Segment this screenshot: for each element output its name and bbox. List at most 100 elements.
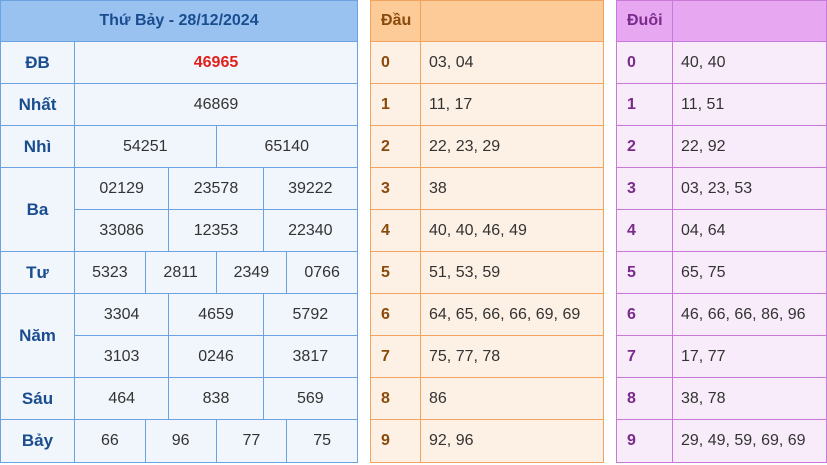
prize-number: 22340: [263, 210, 357, 252]
prize-number: 3304: [75, 294, 170, 336]
prize-number: 4659: [169, 294, 264, 336]
prize-value-row: 46965: [75, 42, 357, 84]
prize-number: 3817: [263, 336, 357, 378]
dau-table: Đầu 0 03, 04 1 11, 17 2 22, 23, 29 3 38 4 40, 40,…: [370, 0, 604, 463]
prize-row: Nhì 54251 65140: [1, 126, 357, 168]
dau-digit: 3: [371, 168, 421, 209]
duoi-numbers: 22, 92: [681, 137, 726, 155]
duoi-numbers: 29, 49, 59, 69, 69: [681, 432, 806, 449]
duoi-row: 2 22, 92: [617, 126, 826, 168]
prize-number: 54251: [75, 126, 217, 168]
prize-label: Nhất: [1, 84, 75, 126]
prize-number: 75: [313, 432, 332, 449]
dau-digit: 0: [371, 42, 421, 83]
duoi-row: 0 40, 40: [617, 42, 826, 84]
prize-number: 23578: [169, 168, 264, 210]
duoi-row: 4 04, 64: [617, 210, 826, 252]
prize-number: 464: [75, 378, 170, 420]
duoi-row: 8 38, 78: [617, 378, 826, 420]
prize-label: Tư: [1, 252, 75, 294]
prize-number: 46869: [75, 84, 357, 126]
dau-header-label: Đầu: [371, 1, 421, 41]
dau-digit: 8: [371, 378, 421, 419]
prize-number: 33086: [75, 210, 170, 252]
prize-label: ĐB: [1, 42, 75, 84]
prize-number: 5323: [75, 252, 146, 294]
duoi-digit: 2: [617, 126, 673, 167]
duoi-numbers: 38, 78: [681, 389, 726, 407]
dau-digit: 1: [371, 84, 421, 125]
duoi-rows: 0 40, 40 1 11, 51 2 22, 92 3 03, 23, 53 4 04, 64 5…: [617, 42, 826, 462]
prize-row: Nhất 46869: [1, 84, 357, 126]
prize-number: 3103: [75, 336, 170, 378]
duoi-row: 7 17, 77: [617, 336, 826, 378]
prize-values: 02129 23578 39222 33086 12353 22340: [75, 168, 357, 252]
dau-numbers: 75, 77, 78: [429, 347, 501, 365]
duoi-header: Đuôi: [617, 1, 826, 42]
dau-numbers: 38: [429, 179, 447, 197]
duoi-digit: 4: [617, 210, 673, 251]
results-title: Thứ Bảy - 28/12/2024: [1, 1, 357, 42]
dau-rows: 0 03, 04 1 11, 17 2 22, 23, 29 3 38 4 40, 40, 46,…: [371, 42, 603, 462]
prize-values: 5323 2811 2349 0766: [75, 252, 357, 294]
dau-row: 2 22, 23, 29: [371, 126, 603, 168]
duoi-table: Đuôi 0 40, 40 1 11, 51 2 22, 92 3 03, 23, 53 4 04…: [616, 0, 827, 463]
prize-label: Ba: [1, 168, 75, 252]
prize-value-row: 3304 4659 5792: [75, 294, 357, 336]
prize-label: Bảy: [1, 420, 75, 462]
prize-values: 46965: [75, 42, 357, 84]
duoi-digit: 0: [617, 42, 673, 83]
duoi-digit: 5: [617, 252, 673, 293]
duoi-digit: 7: [617, 336, 673, 377]
duoi-row: 3 03, 23, 53: [617, 168, 826, 210]
prize-value-row: 46869: [75, 84, 357, 126]
dau-digit: 5: [371, 252, 421, 293]
prize-value-row: 464 838 569: [75, 378, 357, 420]
prize-number: 65140: [216, 126, 357, 168]
duoi-row: 5 65, 75: [617, 252, 826, 294]
prize-number: 838: [169, 378, 264, 420]
results-table: Thứ Bảy - 28/12/2024 ĐB 46965 Nhất 46869 Nhì…: [0, 0, 358, 463]
prize-value-row: 02129 23578 39222: [75, 168, 357, 210]
prize-values: 66 96 77 75: [75, 420, 357, 462]
prize-number: 77: [217, 420, 288, 462]
prize-value-row: 33086 12353 22340: [75, 210, 357, 252]
duoi-header-label: Đuôi: [617, 1, 673, 41]
prize-number: 2811: [145, 252, 217, 294]
duoi-digit: 3: [617, 168, 673, 209]
dau-digit: 9: [371, 420, 421, 462]
prize-label: Năm: [1, 294, 75, 378]
duoi-digit: 1: [617, 84, 673, 125]
duoi-numbers: 65, 75: [681, 263, 726, 281]
prize-values: 3304 4659 5792 3103 0246 3817: [75, 294, 357, 378]
prize-row: ĐB 46965: [1, 42, 357, 84]
dau-numbers: 22, 23, 29: [429, 137, 501, 155]
duoi-numbers: 04, 64: [681, 221, 726, 239]
duoi-row: 1 11, 51: [617, 84, 826, 126]
duoi-row: 9 29, 49, 59, 69, 69: [617, 420, 826, 462]
prize-value-row: 5323 2811 2349 0766: [75, 252, 357, 294]
dau-row: 9 92, 96: [371, 420, 603, 462]
dau-row: 4 40, 40, 46, 49: [371, 210, 603, 252]
prize-row: Tư 5323 2811 2349 0766: [1, 252, 357, 294]
prize-number: 5792: [263, 294, 357, 336]
prize-number: 46965: [75, 42, 357, 84]
duoi-numbers: 46, 66, 66, 86, 96: [681, 305, 806, 323]
prize-number: 66: [75, 420, 146, 462]
dau-digit: 2: [371, 126, 421, 167]
dau-row: 6 64, 65, 66, 66, 69, 69: [371, 294, 603, 336]
dau-numbers: 64, 65, 66, 66, 69, 69: [429, 305, 581, 323]
dau-digit: 4: [371, 210, 421, 251]
duoi-digit: 9: [617, 420, 673, 462]
prize-number: 569: [263, 378, 357, 420]
dau-row: 8 86: [371, 378, 603, 420]
prize-rows: ĐB 46965 Nhất 46869 Nhì 54251 65140 Ba 02129 2357…: [1, 42, 357, 462]
prize-number: 12353: [169, 210, 264, 252]
dau-row: 0 03, 04: [371, 42, 603, 84]
dau-row: 3 38: [371, 168, 603, 210]
dau-digit: 6: [371, 294, 421, 335]
prize-row: Sáu 464 838 569: [1, 378, 357, 420]
duoi-numbers: 03, 23, 53: [681, 179, 753, 197]
dau-row: 5 51, 53, 59: [371, 252, 603, 294]
dau-numbers: 40, 40, 46, 49: [429, 221, 527, 239]
